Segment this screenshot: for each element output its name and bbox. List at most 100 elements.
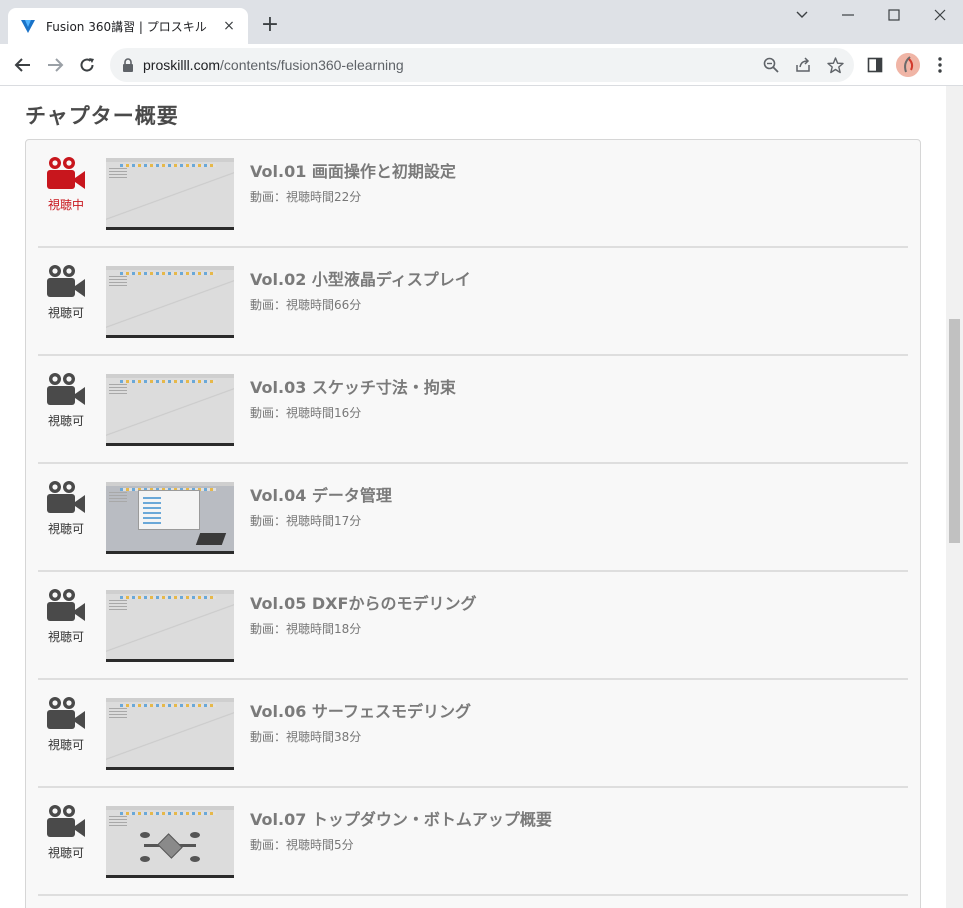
address-bar[interactable]: proskilll.com/contents/fusion360-elearni…	[110, 48, 854, 82]
chapter-duration: 動画：視聴時間22分	[250, 190, 362, 204]
chapter-row[interactable]: 視聴可 Vol.07 トップダウン・ボトムアップ概要動画：視聴時間5分	[38, 788, 908, 896]
thumb-model	[195, 533, 227, 545]
thumb-drone-rotor	[140, 856, 150, 862]
video-thumbnail[interactable]	[106, 158, 234, 230]
watch-status-label: 視聴可	[47, 414, 84, 428]
thumb-titlebar	[106, 698, 234, 702]
video-camera-icon	[47, 265, 85, 297]
chapter-row[interactable]: 視聴可 Vol.02 小型液晶ディスプレイ動画：視聴時間66分	[38, 248, 908, 356]
watch-status-label: 視聴可	[47, 738, 84, 752]
forward-arrow-icon[interactable]	[42, 52, 68, 78]
share-icon[interactable]	[794, 56, 812, 74]
watch-status: 視聴中	[38, 156, 94, 213]
chapter-duration: 動画：視聴時間5分	[250, 838, 354, 852]
chapter-duration: 動画：視聴時間17分	[250, 514, 362, 528]
side-panel-icon[interactable]	[864, 54, 886, 76]
video-thumbnail[interactable]	[106, 266, 234, 338]
vertical-scrollbar[interactable]	[946, 86, 963, 908]
thumb-drone-rotor	[190, 856, 200, 862]
watch-status-label: 視聴可	[47, 522, 84, 536]
thumb-titlebar	[106, 374, 234, 378]
page-viewport: チャプター概要 視聴中 Vol.01 画面操作と初期設定動画：視聴時間22分視聴可…	[0, 86, 963, 908]
watch-status-label: 視聴可	[47, 306, 84, 320]
video-thumbnail[interactable]	[106, 374, 234, 446]
new-tab-button[interactable]: +	[258, 14, 282, 38]
watch-status: 視聴可	[38, 372, 94, 429]
chapter-duration: 動画：視聴時間16分	[250, 406, 362, 420]
chapter-row[interactable]: 視聴中 Vol.01 画面操作と初期設定動画：視聴時間22分	[38, 140, 908, 248]
chevron-down-icon[interactable]	[779, 0, 825, 30]
chapter-row[interactable]: 視聴可 Vol.04 データ管理動画：視聴時間17分	[38, 464, 908, 572]
thumb-titlebar	[106, 590, 234, 594]
thumb-canvas	[106, 598, 234, 658]
chapter-title[interactable]: Vol.06 サーフェスモデリング	[250, 698, 471, 722]
thumb-browser-panel	[109, 492, 127, 504]
tab-title: Fusion 360講習 | プロスキル	[46, 19, 207, 34]
url-host: proskilll.com	[143, 57, 221, 73]
watch-status-label: 視聴可	[47, 846, 84, 860]
tab-strip: Fusion 360講習 | プロスキル × +	[0, 0, 963, 44]
maximize-icon[interactable]	[871, 0, 917, 30]
zoom-icon[interactable]	[762, 56, 780, 74]
thumb-titlebar	[106, 806, 234, 810]
chapter-title[interactable]: Vol.03 スケッチ寸法・拘束	[250, 374, 456, 398]
bookmark-star-icon[interactable]	[826, 56, 844, 74]
watch-status: 視聴可	[38, 696, 94, 753]
thumb-titlebar	[106, 158, 234, 162]
video-thumbnail[interactable]	[106, 590, 234, 662]
video-camera-icon	[47, 589, 85, 621]
thumb-browser-panel	[109, 816, 127, 828]
fusion-favicon-icon	[21, 20, 35, 33]
thumb-drone-rotor	[190, 832, 200, 838]
video-thumbnail[interactable]	[106, 698, 234, 770]
watch-status: 視聴可	[38, 804, 94, 861]
browser-toolbar: proskilll.com/contents/fusion360-elearni…	[0, 44, 963, 86]
video-camera-icon	[47, 481, 85, 513]
lock-icon[interactable]	[122, 58, 134, 72]
watch-status: 視聴可	[38, 480, 94, 537]
chapter-title[interactable]: Vol.01 画面操作と初期設定	[250, 158, 456, 182]
back-arrow-icon[interactable]	[10, 52, 36, 78]
thumb-drone-body	[157, 833, 183, 859]
section-title: チャプター概要	[25, 104, 179, 128]
watch-status: 視聴可	[38, 588, 94, 645]
profile-avatar[interactable]	[896, 53, 920, 77]
thumb-canvas	[106, 166, 234, 226]
chapter-duration: 動画：視聴時間66分	[250, 298, 362, 312]
avatar-image-icon	[896, 53, 920, 77]
minimize-icon[interactable]	[825, 0, 871, 30]
tab-close-icon[interactable]: ×	[220, 17, 238, 35]
chapter-row[interactable]: 視聴可 Vol.06 サーフェスモデリング動画：視聴時間38分	[38, 680, 908, 788]
chapter-title[interactable]: Vol.04 データ管理	[250, 482, 392, 506]
thumb-titlebar	[106, 482, 234, 486]
chapter-title[interactable]: Vol.02 小型液晶ディスプレイ	[250, 266, 471, 290]
chapter-duration: 動画：視聴時間38分	[250, 730, 362, 744]
thumb-toolbar	[120, 812, 216, 815]
scrollbar-thumb[interactable]	[949, 319, 960, 543]
thumb-dialog	[138, 490, 200, 530]
watch-status-label: 視聴中	[47, 198, 84, 212]
video-camera-icon	[47, 805, 85, 837]
chapter-duration: 動画：視聴時間18分	[250, 622, 362, 636]
thumb-canvas	[106, 382, 234, 442]
reload-icon[interactable]	[74, 52, 100, 78]
video-camera-icon	[47, 373, 85, 405]
video-thumbnail[interactable]	[106, 806, 234, 878]
thumb-canvas	[106, 274, 234, 334]
chapter-title[interactable]: Vol.07 トップダウン・ボトムアップ概要	[250, 806, 552, 830]
thumb-drone-rotor	[140, 832, 150, 838]
browser-tab[interactable]: Fusion 360講習 | プロスキル ×	[8, 8, 248, 44]
video-thumbnail[interactable]	[106, 482, 234, 554]
thumb-titlebar	[106, 266, 234, 270]
chapter-title[interactable]: Vol.05 DXFからのモデリング	[250, 590, 476, 614]
chapter-row[interactable]: 視聴可 Vol.03 スケッチ寸法・拘束動画：視聴時間16分	[38, 356, 908, 464]
close-window-icon[interactable]	[917, 0, 963, 30]
url-text: proskilll.com/contents/fusion360-elearni…	[143, 57, 404, 73]
watch-status-label: 視聴可	[47, 630, 84, 644]
thumb-canvas	[106, 706, 234, 766]
video-camera-icon	[47, 157, 85, 189]
chapter-row[interactable]: 視聴可 Vol.05 DXFからのモデリング動画：視聴時間18分	[38, 572, 908, 680]
chapter-list: 視聴中 Vol.01 画面操作と初期設定動画：視聴時間22分視聴可 Vol.02 小…	[25, 139, 921, 908]
video-camera-icon	[47, 697, 85, 729]
kebab-menu-icon[interactable]	[929, 54, 951, 76]
